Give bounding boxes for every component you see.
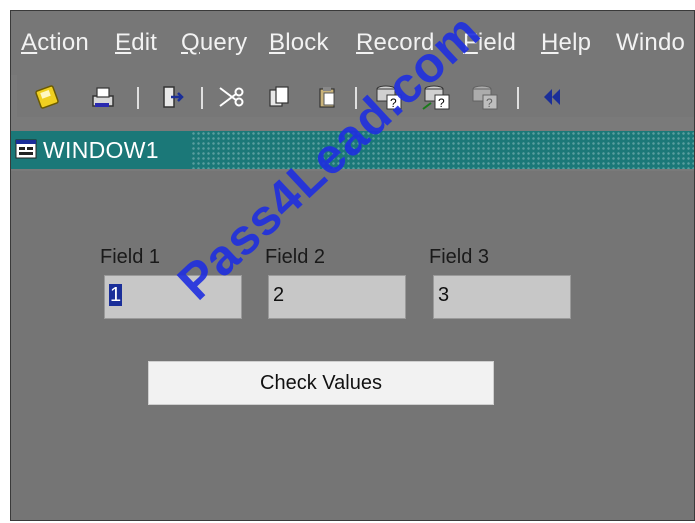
toolbar-separator — [517, 87, 519, 109]
toolbar-separator — [201, 87, 203, 109]
form-canvas: Field 1 Field 2 Field 3 1 2 3 — [11, 171, 694, 520]
print-icon[interactable] — [87, 81, 119, 113]
svg-text:?: ? — [438, 96, 445, 110]
menu-bar: Action Edit Query Block Record Field Hel… — [11, 11, 694, 75]
window-title: WINDOW1 — [43, 137, 159, 163]
copy-icon[interactable] — [263, 81, 295, 113]
toolbar-separator — [137, 87, 139, 109]
menu-mnemonic: R — [356, 29, 374, 56]
save-icon[interactable] — [31, 81, 63, 113]
menu-edit[interactable]: Edit — [115, 29, 157, 57]
menu-label: lock — [285, 29, 329, 56]
menu-mnemonic: B — [269, 29, 286, 56]
field2-input[interactable]: 2 — [268, 275, 406, 319]
menu-mnemonic: H — [541, 29, 559, 56]
field2-value: 2 — [273, 284, 285, 306]
menu-action[interactable]: Action — [21, 29, 89, 57]
menu-mnemonic: Q — [181, 29, 200, 56]
check-values-button[interactable]: Check Values — [148, 361, 494, 405]
menu-mnemonic: W — [616, 29, 639, 56]
menu-query[interactable]: Query — [181, 29, 247, 57]
menu-label: dit — [131, 29, 158, 56]
cut-icon[interactable] — [215, 81, 247, 113]
menu-help[interactable]: Help — [541, 29, 591, 57]
field3-value: 3 — [438, 284, 450, 306]
cancel-query-icon[interactable]: ? — [469, 81, 501, 113]
menu-label: ction — [37, 29, 89, 56]
window-icon — [15, 138, 37, 160]
menu-label: indo — [638, 29, 686, 56]
svg-text:?: ? — [486, 96, 493, 110]
previous-block-icon[interactable] — [537, 81, 569, 113]
menu-mnemonic: E — [115, 29, 132, 56]
field3-label: Field 3 — [429, 246, 490, 268]
exit-icon[interactable] — [155, 81, 187, 113]
field1-label: Field 1 — [100, 246, 161, 268]
menu-label: uery — [199, 29, 248, 56]
field3-input[interactable]: 3 — [433, 275, 571, 319]
menu-block[interactable]: Block — [269, 29, 329, 57]
field2-label: Field 2 — [265, 246, 326, 268]
menu-window[interactable]: Windo — [616, 29, 685, 57]
menu-mnemonic: A — [21, 29, 38, 56]
app-frame: Action Edit Query Block Record Field Hel… — [10, 10, 695, 521]
field1-value: 1 — [109, 284, 123, 306]
menu-label: elp — [558, 29, 592, 56]
